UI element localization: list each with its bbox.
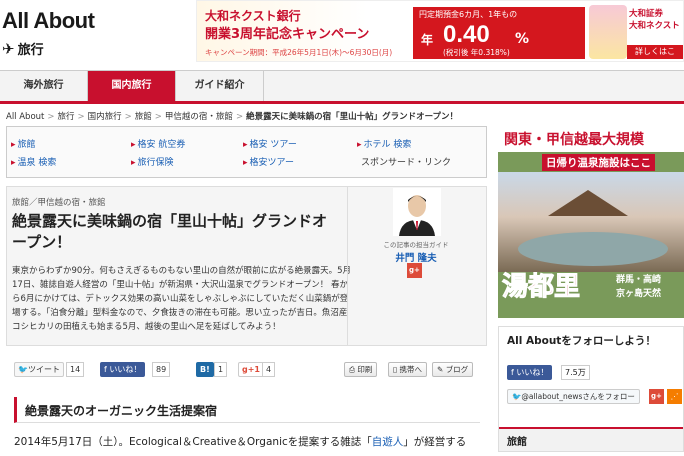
sidebar-ad[interactable]: 関東・甲信越最大規模 日帰り温泉施設はここ 湯都里 群馬・高崎 京ヶ島天然 (498, 126, 684, 318)
breadcrumb-current: 絶景露天に美味鍋の宿「里山十帖」グランドオープン！ (246, 112, 459, 122)
banner-bank-name: 大和ネクスト銀行 (205, 9, 301, 23)
article-body: 2014年5月17日（土）。Ecological＆Creative＆Organi… (14, 436, 467, 448)
follow-facebook-like[interactable]: f いいね！ (507, 365, 553, 380)
banner-rate-unit: % (515, 31, 530, 47)
banner-more-button[interactable]: 詳しくはこ (627, 45, 683, 59)
top-banner-ad[interactable]: 大和ネクスト銀行 開業3周年記念キャンペーン キャンペーン期間：平成26年5月1… (196, 0, 684, 62)
sidebar-ad-location-2: 京ヶ島天然 (616, 289, 662, 299)
sidebar-ad-subline: 日帰り温泉施設はここ (542, 154, 655, 171)
printer-icon: ⎙ (349, 365, 355, 374)
facebook-icon: f (104, 365, 107, 374)
banner-rate-prefix: 年 (421, 33, 434, 47)
sponsored-links-box: ▸ 旅館 ▸ 格安 航空券 ▸ 格安 ツアー ▸ ホテル 検索 ▸ 温泉 検索 ▸ 旅行保険… (6, 126, 487, 178)
author-gplus-icon[interactable]: g+ (407, 263, 422, 278)
author-photo[interactable] (393, 188, 441, 236)
banner-partner-1: 大和証券 (629, 9, 664, 19)
article-divider (347, 187, 348, 345)
onsen-pool (518, 232, 668, 266)
author-caption: この記事の担当ガイド (383, 241, 449, 249)
banner-rate-note: (税引後 年0.318%) (443, 48, 510, 57)
link-cheap-flights[interactable]: ▸ 格安 航空券 (131, 137, 185, 150)
sidebar-section-header: 旅館 (499, 427, 683, 451)
banner-partner-2: 大和ネクスト (629, 21, 680, 31)
onsen-photo (498, 172, 684, 272)
sidebar-ad-location-1: 群馬・高崎 (616, 275, 662, 285)
breadcrumb-allabout[interactable]: All About (6, 112, 44, 122)
brand-name: All About (2, 8, 95, 33)
arrow-icon: ▸ (243, 158, 248, 168)
sidebar-ad-name: 湯都里 (501, 272, 581, 303)
hatena-count: 1 (214, 362, 228, 377)
tweet-button[interactable]: 🐦ツイート (14, 362, 64, 377)
send-to-mobile-button[interactable]: ▯ 携帯へ (388, 362, 428, 377)
link-ryokan[interactable]: ▸ 旅館 (11, 137, 36, 150)
print-button[interactable]: ⎙ 印刷 (344, 362, 378, 377)
banner-rate-caption: 円定期預金6カ月、1年もの (419, 10, 518, 19)
follow-facebook-count: 7.5万 (561, 365, 590, 380)
follow-heading: All Aboutをフォローしよう！ (507, 335, 656, 347)
facebook-like-button[interactable]: f いいね！ (100, 362, 146, 377)
mobile-icon: ▯ (393, 365, 398, 374)
facebook-like-count: 89 (152, 362, 171, 377)
link-onsen-search[interactable]: ▸ 温泉 検索 (11, 155, 56, 168)
breadcrumb: All About > 旅行 > 国内旅行 > 旅館 > 甲信越の宿・旅館 > 絶景露天に美味鍋の宿… (6, 112, 459, 122)
pencil-icon: ✎ (437, 365, 444, 374)
breadcrumb-domestic[interactable]: 国内旅行 (88, 112, 122, 122)
article-title: 絶景露天に美味鍋の宿「里山十帖」グランドオープン！ (12, 212, 328, 251)
blog-button[interactable]: ✎ ブログ (432, 362, 474, 377)
follow-twitter-button[interactable]: 🐦@allabout_newsさんをフォロー (507, 389, 640, 404)
link-travel-insurance[interactable]: ▸ 旅行保険 (131, 155, 174, 168)
section-heading: 絶景露天のオーガニック生活提案宿 (14, 397, 480, 423)
arrow-icon: ▸ (11, 140, 16, 150)
banner-period: キャンペーン期間：平成26年5月1日(木)～6月30日(月) (205, 48, 393, 57)
follow-gplus-icon[interactable]: g+ (649, 389, 664, 404)
banner-rate-value: 0.40 (443, 21, 490, 48)
breadcrumb-ryokan[interactable]: 旅館 (135, 112, 152, 122)
sidebar-ad-headline: 関東・甲信越最大規模 (504, 132, 644, 148)
sidebar-ad-header: 関東・甲信越最大規模 (498, 126, 684, 152)
twitter-bird-icon: 🐦 (512, 392, 522, 401)
arrow-icon: ▸ (357, 140, 362, 150)
onsen-roof (548, 190, 628, 216)
breadcrumb-travel[interactable]: 旅行 (58, 112, 75, 122)
breadcrumb-koshinetsu[interactable]: 甲信越の宿・旅館 (165, 112, 233, 122)
banner-campaign-title: 開業3周年記念キャンペーン (205, 27, 370, 42)
arrow-icon: ▸ (131, 140, 136, 150)
tab-overseas-travel[interactable]: 海外旅行 (0, 71, 88, 101)
hatena-bookmark-button[interactable]: B! (196, 362, 214, 377)
link-hotel-search[interactable]: ▸ ホテル 検索 (357, 137, 411, 150)
author-name[interactable]: 井門 隆夫 (366, 250, 466, 264)
site-logo[interactable]: All About ✈ 旅行 (0, 6, 130, 64)
section-label: 旅行 (17, 43, 44, 58)
tab-guide-intro[interactable]: ガイド紹介 (176, 71, 264, 101)
tweet-count: 14 (66, 362, 85, 377)
follow-box: All Aboutをフォローしよう！ f いいね！ 7.5万 🐦@allabou… (498, 326, 684, 452)
banner-illustration (589, 5, 627, 59)
section-heading-text: 絶景露天のオーガニック生活提案宿 (25, 404, 218, 418)
link-cheap-tours[interactable]: ▸ 格安 ツアー (243, 137, 297, 150)
facebook-icon: f (511, 368, 514, 377)
sidebar-section-title: 旅館 (507, 437, 527, 448)
arrow-icon: ▸ (11, 158, 16, 168)
arrow-icon: ▸ (243, 140, 248, 150)
article-category[interactable]: 旅館／甲信越の宿・旅館 (12, 196, 106, 208)
gplus-count: 4 (262, 362, 276, 377)
arrow-icon: ▸ (131, 158, 136, 168)
jiyujin-link[interactable]: 自遊人 (372, 436, 404, 448)
tab-domestic-travel[interactable]: 国内旅行 (88, 71, 176, 101)
main-nav: 海外旅行 国内旅行 ガイド紹介 (0, 70, 684, 104)
rss-icon[interactable]: ⋰ (667, 389, 682, 404)
banner-rate-box: 円定期預金6カ月、1年もの 年 0.40 % (税引後 年0.318%) (413, 7, 585, 59)
section-name: ✈ 旅行 (2, 39, 44, 59)
twitter-bird-icon: 🐦 (18, 365, 28, 374)
article-lead: 東京からわずか90分。何もさえぎるものもない里山の自然が眼前に広がる絶景露天。5… (12, 266, 351, 332)
sponsored-label: スポンサード・リンク (361, 158, 452, 168)
gplus-one-button[interactable]: g+1 (238, 362, 264, 377)
link-cheap-tours-2[interactable]: ▸ 格安ツアー (243, 155, 294, 168)
airplane-icon: ✈ (2, 39, 15, 58)
